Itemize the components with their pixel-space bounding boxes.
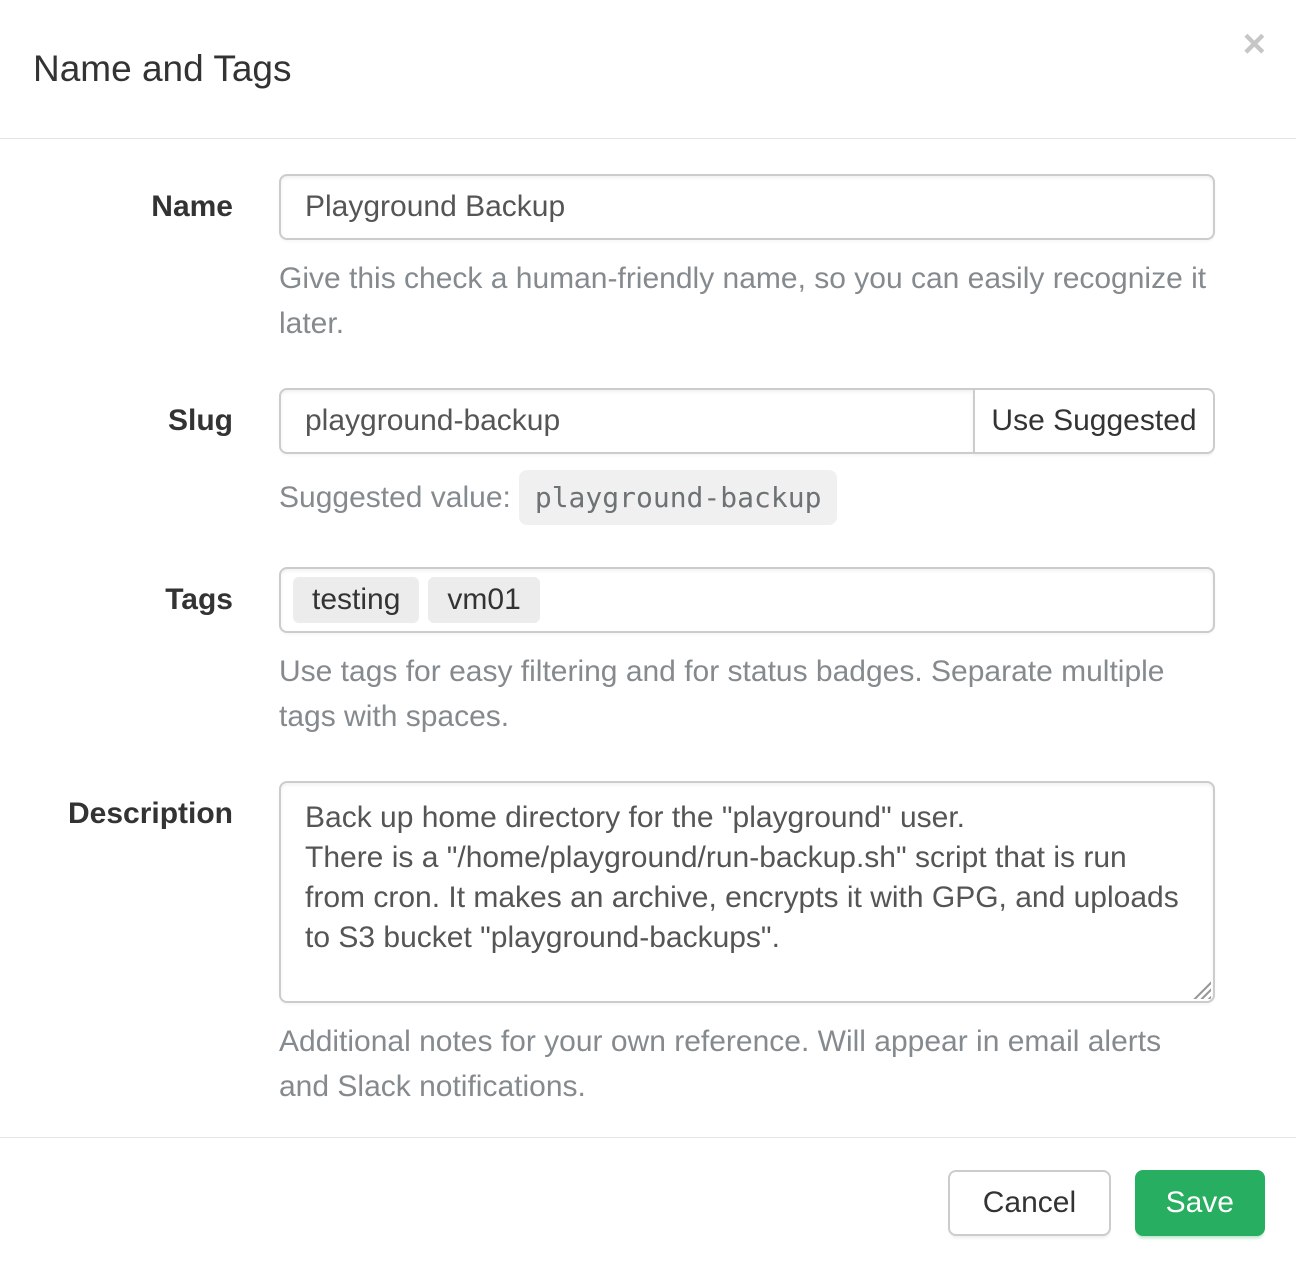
suggested-value-code: playground-backup bbox=[519, 470, 838, 525]
slug-field-group: Slug Use Suggested Suggested value:playg… bbox=[33, 388, 1215, 525]
description-label: Description bbox=[33, 781, 279, 1109]
tags-help-text: Use tags for easy filtering and for stat… bbox=[279, 649, 1215, 739]
tag-chip[interactable]: vm01 bbox=[428, 577, 539, 623]
suggested-value-prefix: Suggested value: bbox=[279, 481, 511, 514]
cancel-button[interactable]: Cancel bbox=[948, 1170, 1111, 1236]
tags-field-group: Tags testingvm01 Use tags for easy filte… bbox=[33, 567, 1215, 739]
modal-header: Name and Tags × bbox=[0, 0, 1296, 139]
description-textarea[interactable]: Back up home directory for the "playgrou… bbox=[279, 781, 1215, 1003]
name-input[interactable] bbox=[279, 174, 1215, 240]
name-field-group: Name Give this check a human-friendly na… bbox=[33, 174, 1215, 346]
description-field-group: Description Back up home directory for t… bbox=[33, 781, 1215, 1109]
use-suggested-button[interactable]: Use Suggested bbox=[973, 388, 1215, 454]
tags-input[interactable]: testingvm01 bbox=[279, 567, 1215, 633]
modal-title: Name and Tags bbox=[33, 48, 291, 90]
close-icon[interactable]: × bbox=[1243, 24, 1266, 64]
tags-label: Tags bbox=[33, 567, 279, 739]
slug-input-group: Use Suggested bbox=[279, 388, 1215, 454]
modal-footer: Cancel Save bbox=[0, 1137, 1296, 1266]
name-help-text: Give this check a human-friendly name, s… bbox=[279, 256, 1215, 346]
slug-input[interactable] bbox=[279, 388, 975, 454]
save-button[interactable]: Save bbox=[1135, 1170, 1265, 1236]
description-textarea-wrap: Back up home directory for the "playgrou… bbox=[279, 781, 1215, 1003]
name-label: Name bbox=[33, 174, 279, 346]
modal-body: Name Give this check a human-friendly na… bbox=[0, 139, 1296, 1137]
slug-help-text: Suggested value:playground-backup bbox=[279, 470, 1215, 525]
tag-chip[interactable]: testing bbox=[293, 577, 419, 623]
name-and-tags-modal: Name and Tags × Name Give this check a h… bbox=[0, 0, 1296, 1254]
slug-label: Slug bbox=[33, 388, 279, 525]
description-help-text: Additional notes for your own reference.… bbox=[279, 1019, 1215, 1109]
